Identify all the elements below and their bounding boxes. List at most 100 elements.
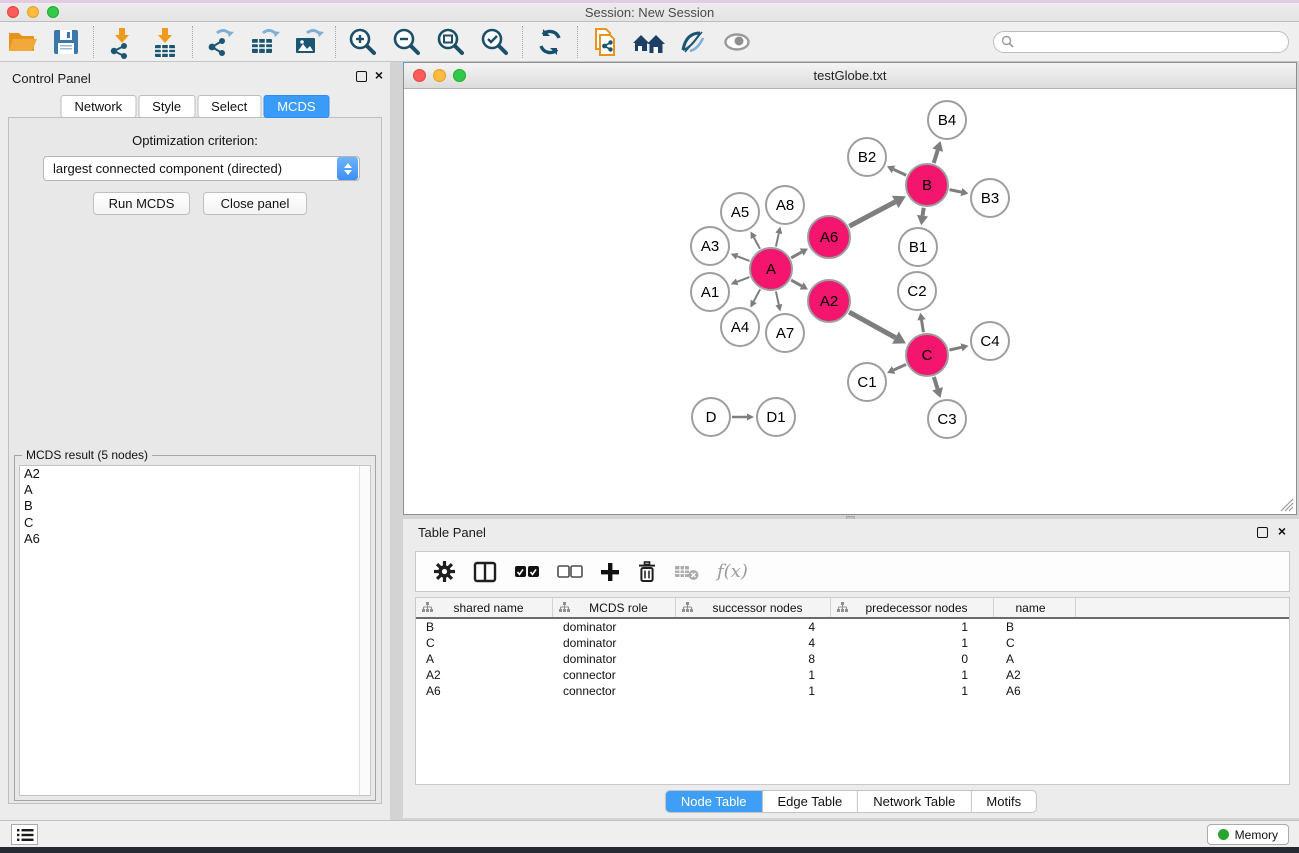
close-panel-button[interactable]: Close panel — [203, 192, 307, 215]
graph-edge[interactable] — [923, 208, 924, 216]
graph-edge[interactable] — [950, 190, 962, 192]
table-row[interactable]: A6connector11A6 — [416, 683, 1289, 699]
memory-button[interactable]: Memory — [1207, 824, 1289, 845]
tab-motifs[interactable]: Motifs — [971, 791, 1036, 812]
show-graphics-details-button[interactable] — [715, 23, 759, 61]
zoom-in-button[interactable] — [341, 23, 385, 61]
save-session-button[interactable] — [44, 23, 88, 61]
column-header-successor-nodes[interactable]: successor nodes — [676, 598, 831, 617]
mcds-result-item[interactable]: C — [20, 515, 370, 531]
close-window-button[interactable] — [7, 6, 19, 18]
graph-edge[interactable] — [934, 377, 938, 389]
graph-edge[interactable] — [849, 202, 895, 226]
graph-node-label: C1 — [857, 374, 876, 391]
mcds-result-item[interactable]: A — [20, 482, 370, 498]
close-network-button[interactable] — [413, 69, 426, 82]
zoom-fit-button[interactable] — [429, 23, 473, 61]
graph-edge[interactable] — [737, 277, 749, 282]
graph-edge[interactable] — [776, 233, 779, 246]
zoom-out-button[interactable] — [385, 23, 429, 61]
network-window-titlebar[interactable]: testGlobe.txt — [404, 63, 1296, 89]
import-table-button[interactable] — [143, 23, 187, 61]
criterion-dropdown[interactable]: largest connected component (directed) — [43, 156, 360, 181]
hide-style-button[interactable] — [671, 23, 715, 61]
edge-arrowhead-icon — [917, 313, 925, 321]
graph-edge[interactable] — [849, 312, 895, 338]
split-view-button[interactable] — [473, 561, 497, 583]
export-table-button[interactable] — [242, 23, 286, 61]
tab-network[interactable]: Network — [60, 95, 136, 118]
network-canvas[interactable]: B4B2BB3A8A5A6A3B1AC2A1A2A4A7C4CC1C3DD1 — [404, 89, 1296, 514]
show-panels-button[interactable] — [11, 824, 38, 845]
zoom-window-button[interactable] — [47, 6, 59, 18]
graph-edge[interactable] — [949, 347, 961, 350]
refresh-button[interactable] — [528, 23, 572, 61]
mcds-result-list[interactable]: A2ABCA6 — [19, 465, 371, 796]
mcds-result-item[interactable]: B — [20, 498, 370, 514]
network-graph[interactable]: B4B2BB3A8A5A6A3B1AC2A1A2A4A7C4CC1C3DD1 — [404, 89, 1296, 514]
graph-edge[interactable] — [894, 364, 906, 370]
clone-network-button[interactable] — [583, 23, 627, 61]
close-table-panel-icon[interactable]: × — [1278, 524, 1286, 538]
graph-edge[interactable] — [791, 280, 802, 286]
edge-arrowhead-icon — [775, 304, 782, 312]
table-row[interactable]: Adominator80A — [416, 651, 1289, 667]
tab-edge-table[interactable]: Edge Table — [762, 791, 858, 812]
tab-network-table[interactable]: Network Table — [858, 791, 971, 812]
graph-edge[interactable] — [934, 150, 938, 163]
delete-entry-button[interactable] — [637, 561, 657, 583]
edge-arrowhead-icon — [747, 414, 754, 421]
float-panel-icon[interactable] — [356, 71, 367, 82]
run-mcds-button[interactable]: Run MCDS — [93, 192, 190, 215]
chevron-up-icon — [344, 163, 352, 168]
zoom-selected-button[interactable] — [473, 23, 517, 61]
import-network-button[interactable] — [99, 23, 143, 61]
column-header-shared-name[interactable]: shared name — [416, 598, 553, 617]
table-row[interactable]: A2connector11A2 — [416, 667, 1289, 683]
table-cell: A2 — [416, 668, 553, 682]
function-builder-button[interactable]: f(x) — [717, 561, 748, 582]
resize-grip-icon[interactable] — [1280, 498, 1294, 512]
graph-edge[interactable] — [737, 256, 749, 261]
graph-edge[interactable] — [754, 237, 760, 248]
network-window-controls — [413, 69, 466, 82]
column-header-mcds-role[interactable]: MCDS role — [553, 598, 676, 617]
table-row[interactable]: Bdominator41B — [416, 619, 1289, 635]
tab-mcds[interactable]: MCDS — [263, 95, 329, 118]
minimize-network-button[interactable] — [433, 69, 446, 82]
node-table[interactable]: shared name MCDS role successor nodes pr… — [415, 597, 1290, 785]
export-image-button[interactable] — [286, 23, 330, 61]
mcds-result-item[interactable]: A2 — [20, 466, 370, 482]
tab-node-table[interactable]: Node Table — [666, 791, 763, 812]
column-header-predecessor-nodes[interactable]: predecessor nodes — [831, 598, 994, 617]
graph-edge[interactable] — [922, 320, 924, 332]
deselect-all-button[interactable] — [557, 565, 583, 579]
home-view-button[interactable] — [627, 23, 671, 61]
graph-edge[interactable] — [791, 252, 802, 258]
export-network-button[interactable] — [198, 23, 242, 61]
maximize-network-button[interactable] — [453, 69, 466, 82]
graph-edge[interactable] — [754, 289, 760, 301]
search-input[interactable] — [993, 31, 1289, 53]
graph-edge[interactable] — [893, 169, 906, 175]
graph-node-label: B4 — [938, 112, 956, 129]
open-file-button[interactable] — [0, 23, 44, 61]
table-settings-button[interactable] — [433, 560, 456, 583]
edge-arrowhead-icon — [961, 188, 969, 196]
graph-edge[interactable] — [776, 291, 779, 304]
tab-style[interactable]: Style — [138, 95, 195, 118]
minimize-window-button[interactable] — [27, 6, 39, 18]
column-header-name[interactable]: name — [994, 598, 1076, 617]
graph-node-label: D — [706, 409, 717, 426]
mcds-result-item[interactable]: A6 — [20, 531, 370, 547]
float-table-panel-icon[interactable] — [1257, 527, 1268, 538]
delete-table-button[interactable] — [674, 562, 700, 582]
mcds-list-scrollbar[interactable] — [359, 466, 370, 795]
table-row[interactable]: Cdominator41C — [416, 635, 1289, 651]
tab-select[interactable]: Select — [197, 95, 261, 118]
close-panel-icon[interactable]: × — [375, 68, 383, 82]
toolbar-separator — [522, 26, 523, 58]
select-all-button[interactable] — [514, 565, 540, 579]
table-cell: 1 — [831, 668, 994, 682]
add-entry-button[interactable] — [600, 562, 620, 582]
